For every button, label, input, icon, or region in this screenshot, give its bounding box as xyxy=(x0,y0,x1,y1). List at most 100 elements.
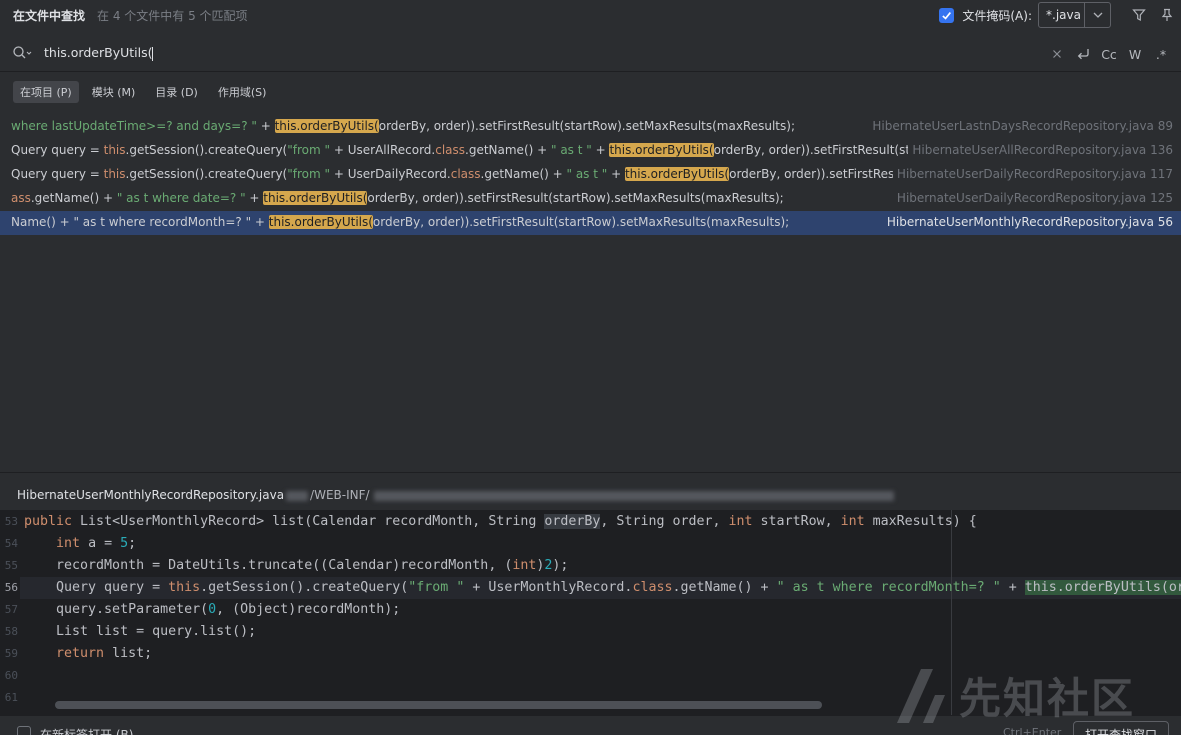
horizontal-scrollbar[interactable] xyxy=(55,701,822,709)
result-code: Query query = this.getSession().createQu… xyxy=(11,167,943,181)
code-token: + UserAllRecord. xyxy=(330,143,436,157)
chevron-down-icon[interactable] xyxy=(1084,3,1110,27)
code-token: "from " xyxy=(287,143,331,157)
divider xyxy=(0,71,1181,72)
code-token: orderBy, order)).setFirstResult(startRow… xyxy=(372,215,790,229)
code-token: , String order, xyxy=(600,514,729,529)
code-line: Query query = this.getSession().createQu… xyxy=(24,577,1181,599)
code-line: recordMonth = DateUtils.truncate((Calend… xyxy=(24,555,568,577)
code-token: List<UserMonthlyRecord> list(Calendar re… xyxy=(80,514,545,529)
code-token: 5 xyxy=(120,536,129,551)
preview-path: HibernateUserMonthlyRecordRepository.jav… xyxy=(17,488,894,502)
result-file: HibernateUserAllRecordRepository.java 13… xyxy=(908,143,1173,157)
search-input[interactable]: this.orderByUtils( xyxy=(44,45,154,61)
code-token: int xyxy=(728,514,761,529)
filter-icon[interactable] xyxy=(1125,2,1153,28)
result-row[interactable]: where lastUpdateTime>=? and days=? " + t… xyxy=(0,115,1181,139)
result-file: HibernateUserLastnDaysRecordRepository.j… xyxy=(868,119,1173,133)
match-highlight: this.orderByUtils( xyxy=(609,143,714,157)
line-number: 53 xyxy=(4,515,18,528)
code-token: " as t " xyxy=(566,167,608,181)
code-token: .getName() + xyxy=(672,580,777,595)
result-code: where lastUpdateTime>=? and days=? " + t… xyxy=(11,119,795,133)
tab-directory[interactable]: 目录 (D) xyxy=(148,81,205,103)
match-highlight: this.orderByUtils( xyxy=(263,191,368,205)
clear-icon[interactable] xyxy=(1047,43,1067,65)
code-token: class xyxy=(435,143,466,157)
match-highlight: this.orderByUtils(or xyxy=(1024,580,1181,595)
preview-dir: /WEB-INF/ xyxy=(310,488,370,502)
open-new-tab-checkbox[interactable] xyxy=(17,726,31,735)
line-number: 60 xyxy=(4,669,18,682)
code-token: Name() + " as t where recordMonth=? " + xyxy=(11,215,269,229)
text-caret xyxy=(152,46,154,61)
code-token: Query query = xyxy=(24,580,169,595)
code-token: where lastUpdateTime>=? and days=? " xyxy=(11,119,257,133)
logo-icon xyxy=(897,669,945,723)
line-number: 58 xyxy=(4,625,18,638)
code-token: ); xyxy=(552,558,569,573)
line-number: 57 xyxy=(4,603,18,616)
result-code: Name() + " as t where recordMonth=? " + … xyxy=(11,215,789,229)
code-token: .getSession().createQuery( xyxy=(125,143,288,157)
code-line: return list; xyxy=(24,643,152,665)
code-token: , (Object)recordMonth); xyxy=(216,602,401,617)
result-row[interactable]: ass.getName() + " as t where date=? " + … xyxy=(0,187,1181,211)
result-row[interactable]: Name() + " as t where recordMonth=? " + … xyxy=(0,211,1181,235)
code-token: " as t where date=? " xyxy=(116,191,246,205)
code-line: public List<UserMonthlyRecord> list(Cale… xyxy=(24,511,977,533)
search-history-icon[interactable] xyxy=(12,45,32,61)
line-number: 61 xyxy=(4,691,18,704)
result-row[interactable]: Query query = this.getSession().createQu… xyxy=(0,139,1181,163)
line-number: 56 xyxy=(4,581,18,594)
code-token: 0 xyxy=(208,602,217,617)
preview-header: HibernateUserMonthlyRecordRepository.jav… xyxy=(0,472,1181,510)
code-token: + xyxy=(256,119,275,133)
code-token: class xyxy=(450,167,481,181)
code-token: .getName() + xyxy=(480,167,567,181)
file-mask-combo[interactable]: *.java xyxy=(1038,2,1111,28)
tab-project[interactable]: 在项目 (P) xyxy=(13,81,79,103)
line-number: 54 xyxy=(4,537,18,550)
code-token: .getName() + xyxy=(30,191,117,205)
tab-scope[interactable]: 作用域(S) xyxy=(211,81,274,103)
search-tools: Cc W .* xyxy=(1047,43,1171,65)
code-token: + UserDailyRecord. xyxy=(330,167,451,181)
dialog-title: 在文件中查找 xyxy=(13,8,86,23)
code-token: recordMonth = DateUtils.truncate((Calend… xyxy=(24,558,513,573)
line-number: 59 xyxy=(4,647,18,660)
tab-module[interactable]: 模块 (M) xyxy=(85,81,143,103)
file-mask-checkbox[interactable] xyxy=(939,7,955,23)
match-highlight: this.orderByUtils( xyxy=(274,119,379,133)
preview-file-name: HibernateUserMonthlyRecordRepository.jav… xyxy=(17,488,285,502)
code-token: + xyxy=(607,167,625,181)
result-file: HibernateUserMonthlyRecordRepository.jav… xyxy=(882,215,1173,229)
code-token: this xyxy=(103,143,126,157)
code-token: this xyxy=(103,167,126,181)
code-token: ass xyxy=(11,191,31,205)
code-token: + xyxy=(1000,580,1025,595)
file-mask-value[interactable]: *.java xyxy=(1039,8,1084,22)
shortcut-hint: Ctrl+Enter xyxy=(1003,726,1062,735)
find-in-files-header: 在文件中查找 在 4 个文件中有 5 个匹配项 文件掩码(A): *.java xyxy=(0,0,1181,30)
check-icon xyxy=(942,11,952,20)
regex-toggle[interactable]: .* xyxy=(1151,43,1171,65)
redacted-path xyxy=(373,490,894,501)
code-token: list; xyxy=(112,646,153,661)
code-token: int xyxy=(56,536,89,551)
code-token: "from " xyxy=(408,580,465,595)
line-number: 55 xyxy=(4,559,18,572)
code-token: Query query = xyxy=(11,167,104,181)
search-row: this.orderByUtils( Cc W .* xyxy=(0,37,1181,70)
multiline-icon[interactable] xyxy=(1073,43,1093,65)
scope-tabs: 在项目 (P) 模块 (M) 目录 (D) 作用域(S) xyxy=(13,81,273,103)
match-highlight: this.orderByUtils( xyxy=(268,215,373,229)
site-watermark: 先知社区 xyxy=(893,665,1163,725)
match-case-toggle[interactable]: Cc xyxy=(1099,43,1119,65)
code-token: " as t where recordMonth=? " xyxy=(776,580,1001,595)
code-token: this xyxy=(168,580,201,595)
whole-word-toggle[interactable]: W xyxy=(1125,43,1145,65)
result-row[interactable]: Query query = this.getSession().createQu… xyxy=(0,163,1181,187)
pin-icon[interactable] xyxy=(1153,2,1181,28)
